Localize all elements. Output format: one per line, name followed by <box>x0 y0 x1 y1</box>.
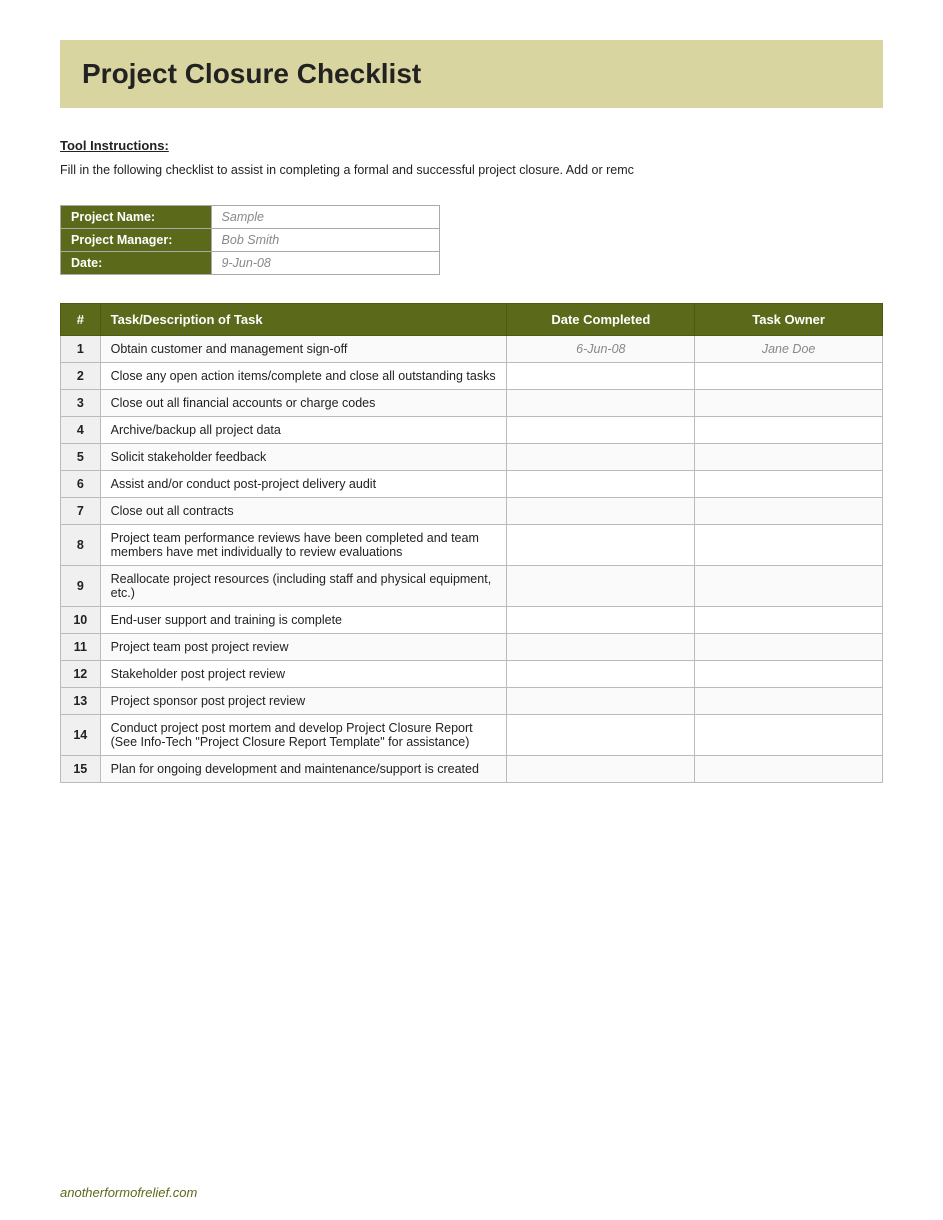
row-owner <box>695 498 883 525</box>
row-date <box>507 444 695 471</box>
row-number: 12 <box>61 661 101 688</box>
row-date <box>507 498 695 525</box>
row-owner: Jane Doe <box>695 336 883 363</box>
row-number: 10 <box>61 607 101 634</box>
title-banner: Project Closure Checklist <box>60 40 883 108</box>
row-number: 2 <box>61 363 101 390</box>
table-row: 7Close out all contracts <box>61 498 883 525</box>
row-number: 11 <box>61 634 101 661</box>
col-header-num: # <box>61 304 101 336</box>
table-row: 3Close out all financial accounts or cha… <box>61 390 883 417</box>
project-info-value: 9-Jun-08 <box>211 252 439 275</box>
row-number: 3 <box>61 390 101 417</box>
row-owner <box>695 688 883 715</box>
row-owner <box>695 525 883 566</box>
row-task: Reallocate project resources (including … <box>100 566 507 607</box>
row-task: Obtain customer and management sign-off <box>100 336 507 363</box>
page-title: Project Closure Checklist <box>82 58 861 90</box>
row-number: 13 <box>61 688 101 715</box>
col-header-task: Task/Description of Task <box>100 304 507 336</box>
row-date <box>507 471 695 498</box>
row-owner <box>695 444 883 471</box>
row-date <box>507 607 695 634</box>
table-row: 14Conduct project post mortem and develo… <box>61 715 883 756</box>
row-owner <box>695 756 883 783</box>
row-number: 6 <box>61 471 101 498</box>
table-row: 8Project team performance reviews have b… <box>61 525 883 566</box>
table-row: 1Obtain customer and management sign-off… <box>61 336 883 363</box>
row-owner <box>695 566 883 607</box>
row-task: Project team post project review <box>100 634 507 661</box>
project-info-value: Bob Smith <box>211 229 439 252</box>
col-header-date: Date Completed <box>507 304 695 336</box>
row-number: 14 <box>61 715 101 756</box>
row-task: Assist and/or conduct post-project deliv… <box>100 471 507 498</box>
table-row: 15Plan for ongoing development and maint… <box>61 756 883 783</box>
table-row: 4Archive/backup all project data <box>61 417 883 444</box>
row-number: 4 <box>61 417 101 444</box>
table-row: 13Project sponsor post project review <box>61 688 883 715</box>
table-row: 6Assist and/or conduct post-project deli… <box>61 471 883 498</box>
row-owner <box>695 390 883 417</box>
table-row: 2Close any open action items/complete an… <box>61 363 883 390</box>
project-info-label: Project Manager: <box>61 229 212 252</box>
page: Project Closure Checklist Tool Instructi… <box>0 0 943 843</box>
table-row: 10End-user support and training is compl… <box>61 607 883 634</box>
project-info-value: Sample <box>211 206 439 229</box>
row-number: 15 <box>61 756 101 783</box>
project-info-row: Project Manager:Bob Smith <box>61 229 440 252</box>
row-date <box>507 715 695 756</box>
row-task: Conduct project post mortem and develop … <box>100 715 507 756</box>
row-date: 6-Jun-08 <box>507 336 695 363</box>
row-task: Archive/backup all project data <box>100 417 507 444</box>
row-owner <box>695 607 883 634</box>
row-owner <box>695 363 883 390</box>
row-date <box>507 756 695 783</box>
row-task: Close out all contracts <box>100 498 507 525</box>
row-number: 5 <box>61 444 101 471</box>
row-date <box>507 634 695 661</box>
row-owner <box>695 417 883 444</box>
row-date <box>507 566 695 607</box>
table-row: 9Reallocate project resources (including… <box>61 566 883 607</box>
row-date <box>507 390 695 417</box>
row-date <box>507 688 695 715</box>
row-task: Close any open action items/complete and… <box>100 363 507 390</box>
row-number: 1 <box>61 336 101 363</box>
row-date <box>507 363 695 390</box>
row-number: 7 <box>61 498 101 525</box>
row-date <box>507 661 695 688</box>
project-info-table: Project Name:SampleProject Manager:Bob S… <box>60 205 440 275</box>
row-number: 8 <box>61 525 101 566</box>
row-task: End-user support and training is complet… <box>100 607 507 634</box>
checklist-table: # Task/Description of Task Date Complete… <box>60 303 883 783</box>
table-row: 11Project team post project review <box>61 634 883 661</box>
row-owner <box>695 715 883 756</box>
project-info-label: Date: <box>61 252 212 275</box>
instructions-heading: Tool Instructions: <box>60 138 883 153</box>
table-row: 5Solicit stakeholder feedback <box>61 444 883 471</box>
row-owner <box>695 661 883 688</box>
project-info-row: Project Name:Sample <box>61 206 440 229</box>
row-date <box>507 417 695 444</box>
row-number: 9 <box>61 566 101 607</box>
row-owner <box>695 634 883 661</box>
row-task: Project sponsor post project review <box>100 688 507 715</box>
row-task: Project team performance reviews have be… <box>100 525 507 566</box>
project-info-label: Project Name: <box>61 206 212 229</box>
row-task: Plan for ongoing development and mainten… <box>100 756 507 783</box>
row-date <box>507 525 695 566</box>
instructions-text: Fill in the following checklist to assis… <box>60 163 883 177</box>
project-info-row: Date:9-Jun-08 <box>61 252 440 275</box>
footer: anotherformofrelief.com <box>60 1185 197 1200</box>
row-task: Close out all financial accounts or char… <box>100 390 507 417</box>
row-task: Solicit stakeholder feedback <box>100 444 507 471</box>
col-header-owner: Task Owner <box>695 304 883 336</box>
row-owner <box>695 471 883 498</box>
row-task: Stakeholder post project review <box>100 661 507 688</box>
table-row: 12Stakeholder post project review <box>61 661 883 688</box>
